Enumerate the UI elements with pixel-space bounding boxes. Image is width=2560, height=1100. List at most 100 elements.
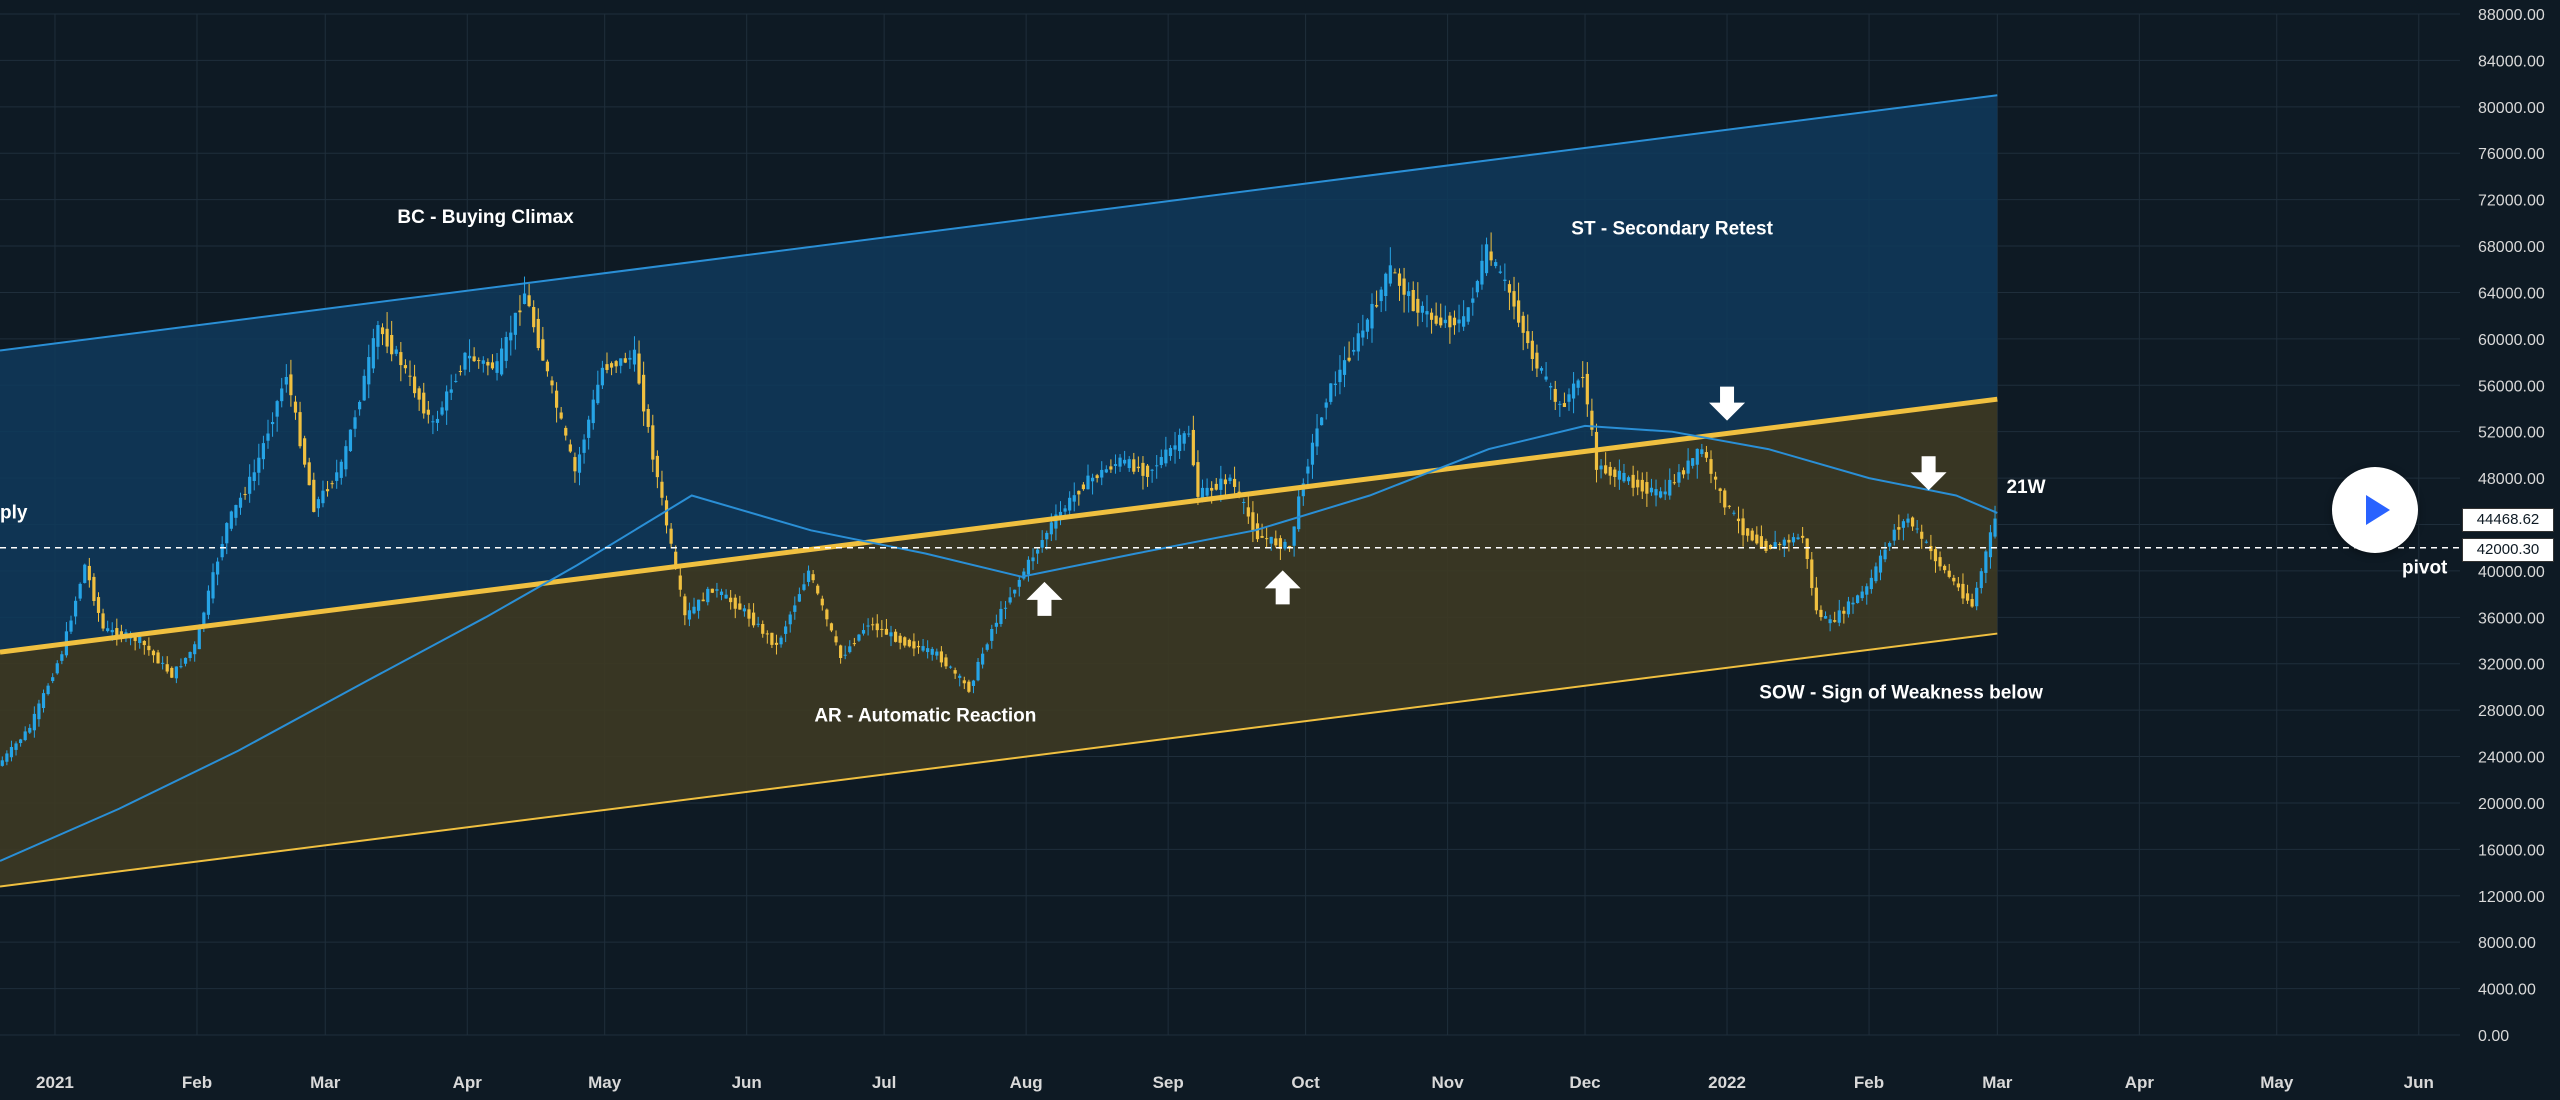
candle-body: [454, 380, 458, 382]
candle-body: [1045, 532, 1049, 540]
candle-body: [1315, 428, 1319, 447]
candle-body: [784, 626, 788, 634]
candle-body: [481, 360, 485, 364]
candle-body: [1764, 540, 1768, 551]
candle-body: [559, 412, 563, 419]
y-tick-label: 24000.00: [2478, 750, 2545, 767]
candle-body: [408, 375, 412, 377]
candle-body: [981, 653, 985, 665]
x-tick-label: Mar: [310, 1073, 341, 1092]
candle-body: [678, 575, 682, 590]
candle-body: [1104, 469, 1108, 473]
y-tick-label: 52000.00: [2478, 425, 2545, 442]
candle-body: [1242, 502, 1246, 504]
candle-body: [215, 561, 220, 575]
candle-body: [1219, 478, 1223, 490]
chart-root[interactable]: BC - Buying Climax AR - Automatic Reactio…: [0, 0, 2560, 1095]
candle-body: [751, 612, 756, 626]
y-tick-label: 68000.00: [2478, 239, 2545, 256]
candle-body: [1787, 539, 1791, 543]
candle-body: [1814, 587, 1818, 611]
candle-body: [774, 642, 779, 645]
candle-body: [1860, 591, 1864, 599]
candle-body: [1306, 466, 1310, 474]
candle-body: [1723, 490, 1727, 508]
candle-body: [903, 637, 907, 646]
candle-body: [5, 753, 9, 762]
candle-body: [1512, 291, 1516, 307]
x-tick-label: 2021: [36, 1073, 74, 1092]
candle-body: [605, 364, 609, 370]
candle-body: [1178, 434, 1182, 452]
candle-body: [234, 505, 238, 518]
candle-body: [1718, 488, 1722, 491]
candle-body: [1187, 433, 1191, 435]
y-tick-label: 64000.00: [2478, 285, 2545, 302]
candle-body: [770, 632, 774, 645]
candle-body: [1420, 305, 1425, 313]
candle-body: [238, 497, 243, 508]
candle-body: [165, 664, 169, 672]
candle-body: [1393, 272, 1397, 274]
candle-body: [1480, 260, 1484, 285]
candle-body: [1150, 469, 1154, 471]
x-tick-label: Jun: [732, 1073, 762, 1092]
candle-body: [183, 657, 188, 664]
candle-body: [1068, 497, 1072, 511]
candle-body: [339, 461, 343, 478]
candle-body: [839, 645, 843, 659]
candle-body: [962, 680, 966, 684]
y-tick-label: 80000.00: [2478, 100, 2545, 117]
candle-body: [225, 523, 229, 544]
candle-body: [1617, 470, 1621, 480]
candle-body: [1439, 317, 1443, 326]
candle-body: [1123, 459, 1127, 464]
candle-body: [1558, 403, 1562, 405]
candle-body: [1654, 489, 1658, 496]
y-tick-label: 20000.00: [2478, 796, 2545, 813]
candle-body: [1810, 559, 1814, 589]
candle-body: [577, 454, 582, 473]
candle-body: [1072, 495, 1076, 502]
y-tick-label: 60000.00: [2478, 332, 2545, 349]
y-tick-label: 48000.00: [2478, 471, 2545, 488]
candle-body: [335, 472, 339, 481]
candle-body: [1228, 477, 1232, 482]
y-tick-label: 12000.00: [2478, 889, 2545, 906]
candle-body: [325, 489, 330, 492]
candle-body: [637, 353, 641, 384]
candle-body: [1526, 331, 1530, 344]
candle-body: [522, 293, 527, 304]
candle-body: [449, 389, 453, 393]
pivot-price-tag: 42000.30: [2462, 538, 2554, 562]
candle-body: [312, 479, 316, 512]
candle-body: [1952, 577, 1956, 582]
price-chart[interactable]: BC - Buying Climax AR - Automatic Reactio…: [0, 0, 2560, 1095]
candle-body: [1961, 583, 1965, 599]
candle-body: [1842, 610, 1846, 614]
candle-body: [1796, 537, 1800, 540]
candle-body: [37, 703, 41, 720]
candle-body: [1155, 465, 1159, 467]
candle-body: [1663, 491, 1667, 495]
candle-body: [1196, 462, 1200, 497]
candle-body: [1645, 482, 1649, 494]
candle-body: [1388, 265, 1392, 284]
candle-body: [1049, 522, 1053, 535]
candle-body: [1338, 369, 1342, 383]
candle-body: [1988, 532, 1993, 558]
candle-body: [1828, 619, 1832, 624]
candle-body: [9, 747, 14, 758]
play-button[interactable]: [2332, 467, 2418, 553]
candle-body: [646, 408, 650, 427]
candle-body: [742, 608, 747, 612]
candle-body: [884, 628, 889, 635]
candle-body: [390, 334, 394, 355]
annotation-st: ST - Secondary Retest: [1571, 218, 1773, 239]
y-tick-label: 84000.00: [2478, 53, 2545, 70]
candle-body: [614, 361, 618, 367]
candle-body: [87, 565, 91, 581]
x-tick-label: Nov: [1432, 1073, 1465, 1092]
x-axis[interactable]: 2021 Feb Mar Apr May Jun Jul Aug Sep Oct Nov Dec 202…: [36, 1073, 2434, 1092]
candle-body: [1759, 536, 1763, 549]
